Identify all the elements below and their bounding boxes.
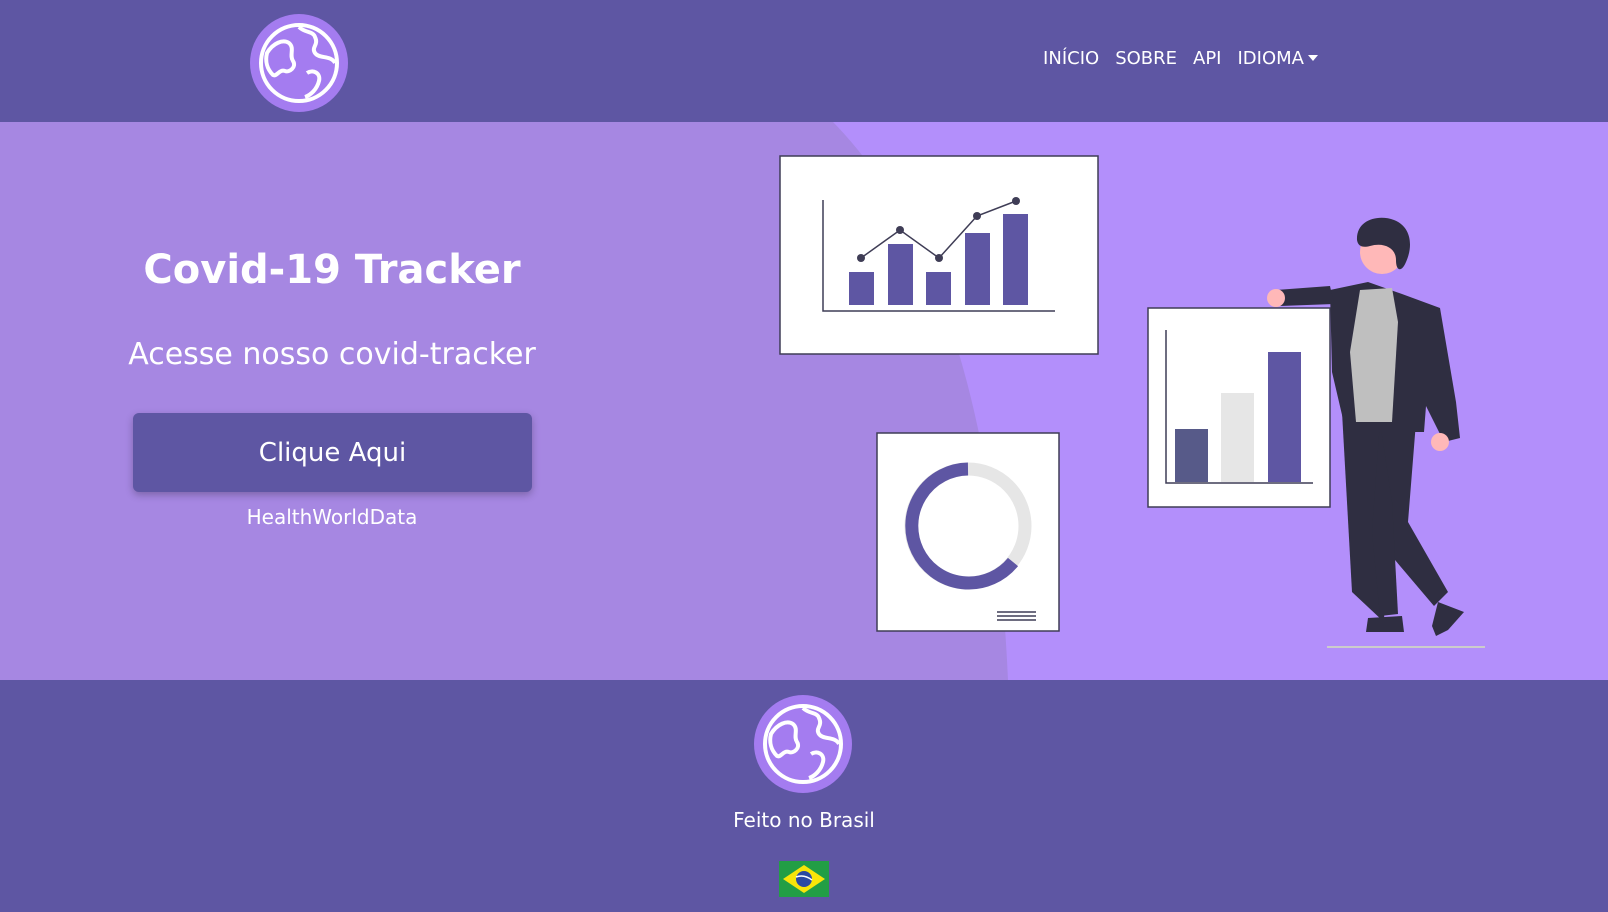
line-bar-chart-card (779, 155, 1099, 355)
brazil-flag-icon (779, 861, 829, 897)
footer: Feito no Brasil (0, 680, 1608, 912)
footer-made-in-text: Feito no Brasil (733, 808, 875, 832)
bar-chart-card (1147, 307, 1331, 508)
navbar: INÍCIO SOBRE API IDIOMA (0, 0, 1608, 122)
caret-down-icon (1308, 55, 1318, 61)
analytics-illustration (779, 155, 1485, 648)
nav-links: INÍCIO SOBRE API IDIOMA (1043, 48, 1318, 69)
nav-link-api[interactable]: API (1193, 48, 1221, 69)
globe-icon (754, 695, 852, 793)
nav-link-idioma[interactable]: IDIOMA (1237, 48, 1318, 69)
nav-link-idioma-label: IDIOMA (1237, 48, 1305, 69)
hero-section: Covid-19 Tracker Acesse nosso covid-trac… (0, 122, 1608, 680)
nav-link-sobre[interactable]: SOBRE (1115, 48, 1177, 69)
nav-link-inicio[interactable]: INÍCIO (1043, 48, 1099, 69)
donut-chart-card (876, 432, 1060, 632)
globe-icon[interactable] (249, 13, 349, 113)
